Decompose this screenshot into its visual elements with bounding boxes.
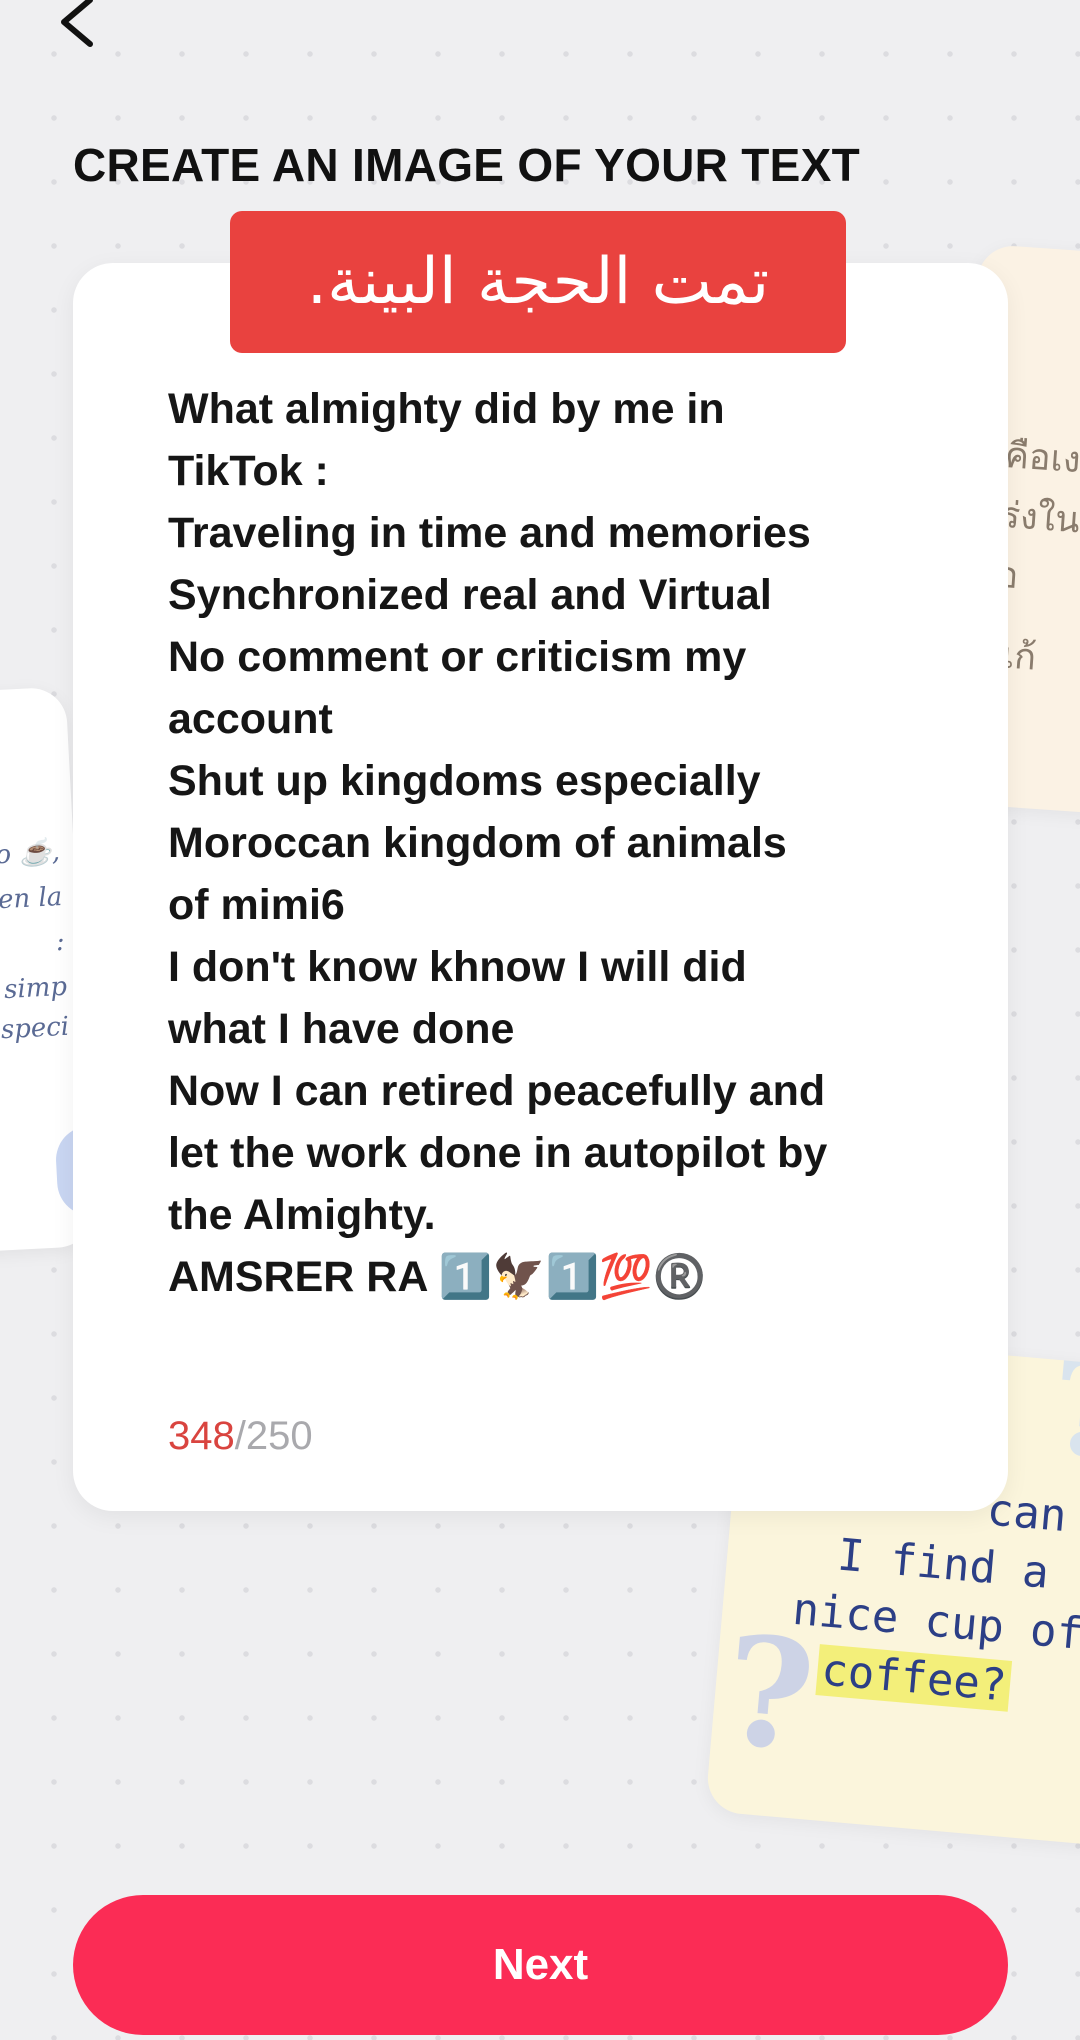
next-button[interactable]: Next <box>73 1895 1008 2035</box>
character-counter: 348/250 <box>168 1414 313 1459</box>
sample-text-line: coffee? <box>815 1644 1013 1712</box>
sample-text-line: : <box>55 926 66 958</box>
sample-text-line: ร่งใน <box>999 494 1080 542</box>
sample-text-line: especi <box>0 1011 70 1047</box>
sample-text-line: I find a <box>835 1529 1052 1599</box>
back-button[interactable] <box>48 0 118 60</box>
sample-text-line: ás simp <box>0 971 68 1007</box>
highlighted-word: coffee? <box>815 1644 1013 1712</box>
character-count: 348 <box>168 1414 235 1458</box>
sample-text-line: คือเง <box>1003 435 1080 482</box>
sample-text-line: en la <box>0 881 64 916</box>
text-header-banner[interactable]: تمت الحجة البينة. <box>230 211 846 353</box>
text-input-area[interactable]: What almighty did by me in TikTok : Trav… <box>168 378 968 1308</box>
sample-text-line: ito ☕, <box>0 836 61 872</box>
chevron-left-icon <box>61 0 93 47</box>
page-title: CREATE AN IMAGE OF YOUR TEXT <box>73 139 861 191</box>
question-mark-decoration: ? <box>1044 1332 1080 1489</box>
character-limit: /250 <box>234 1414 313 1458</box>
